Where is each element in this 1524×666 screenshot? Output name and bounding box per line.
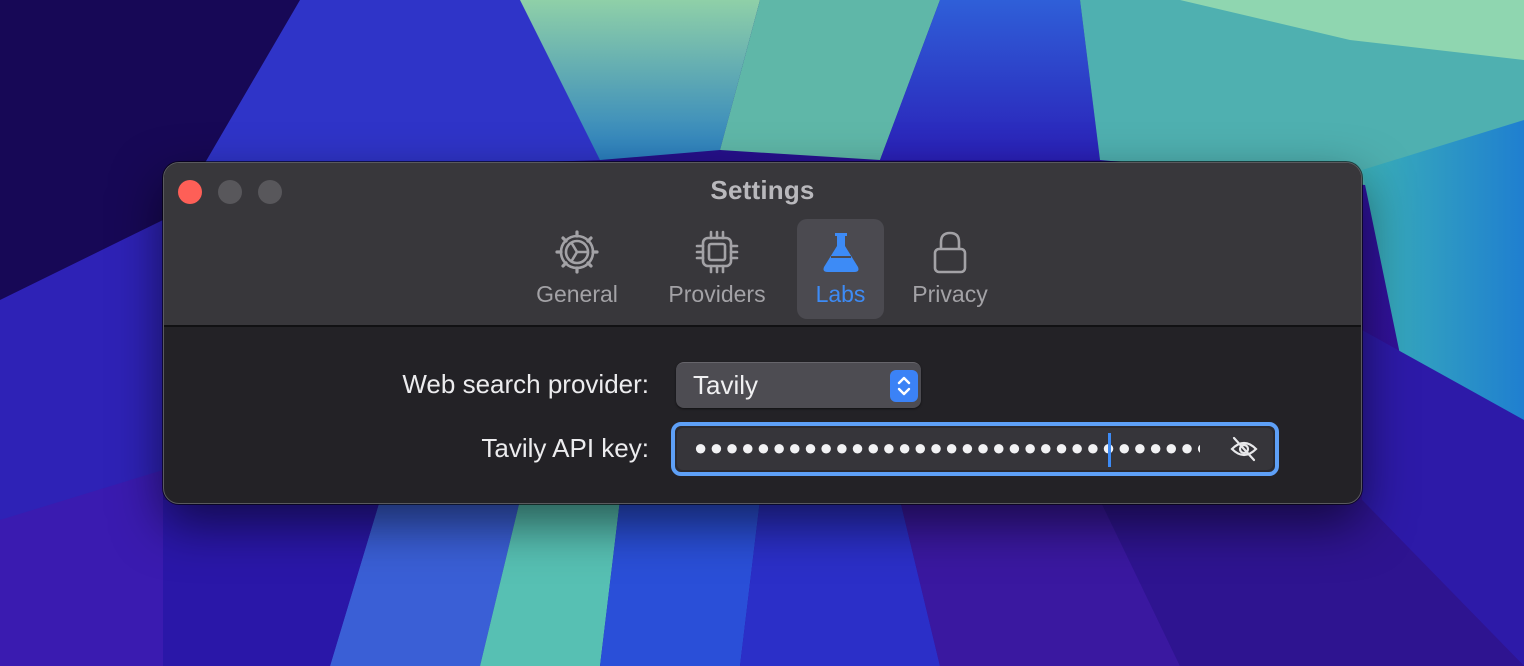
lock-icon	[933, 231, 967, 274]
cpu-chip-icon	[695, 230, 739, 274]
search-provider-value: Tavily	[693, 370, 759, 400]
flask-icon	[823, 233, 858, 272]
api-key-value: ●●●●●●●●●●●●●●●●●●●●●●●●●●●●●●●●●●●●●●	[694, 435, 1200, 460]
tab-general[interactable]: General	[527, 219, 627, 319]
gear-icon	[555, 230, 599, 274]
api-key-label: Tavily API key:	[481, 433, 649, 463]
eye-slash-icon[interactable]	[1229, 436, 1259, 462]
tab-general-label: General	[536, 281, 618, 307]
tab-labs-label: Labs	[815, 281, 866, 307]
tab-providers[interactable]: Providers	[659, 219, 775, 319]
text-caret	[1108, 433, 1111, 467]
toolbar: Settings General Providers Labs Privacy	[164, 163, 1361, 327]
window-title: Settings	[710, 175, 815, 205]
tab-privacy-label: Privacy	[912, 281, 988, 307]
settings-window: Settings General Providers Labs Privacy …	[163, 162, 1362, 504]
search-provider-label: Web search provider:	[402, 369, 649, 399]
tab-labs[interactable]: Labs	[797, 219, 884, 319]
tab-privacy[interactable]: Privacy	[902, 219, 998, 319]
api-key-field[interactable]: ●●●●●●●●●●●●●●●●●●●●●●●●●●●●●●●●●●●●●●	[671, 422, 1279, 476]
search-provider-popup[interactable]: Tavily	[676, 362, 921, 408]
tab-providers-label: Providers	[668, 281, 766, 307]
popup-chevrons-icon	[890, 370, 918, 402]
